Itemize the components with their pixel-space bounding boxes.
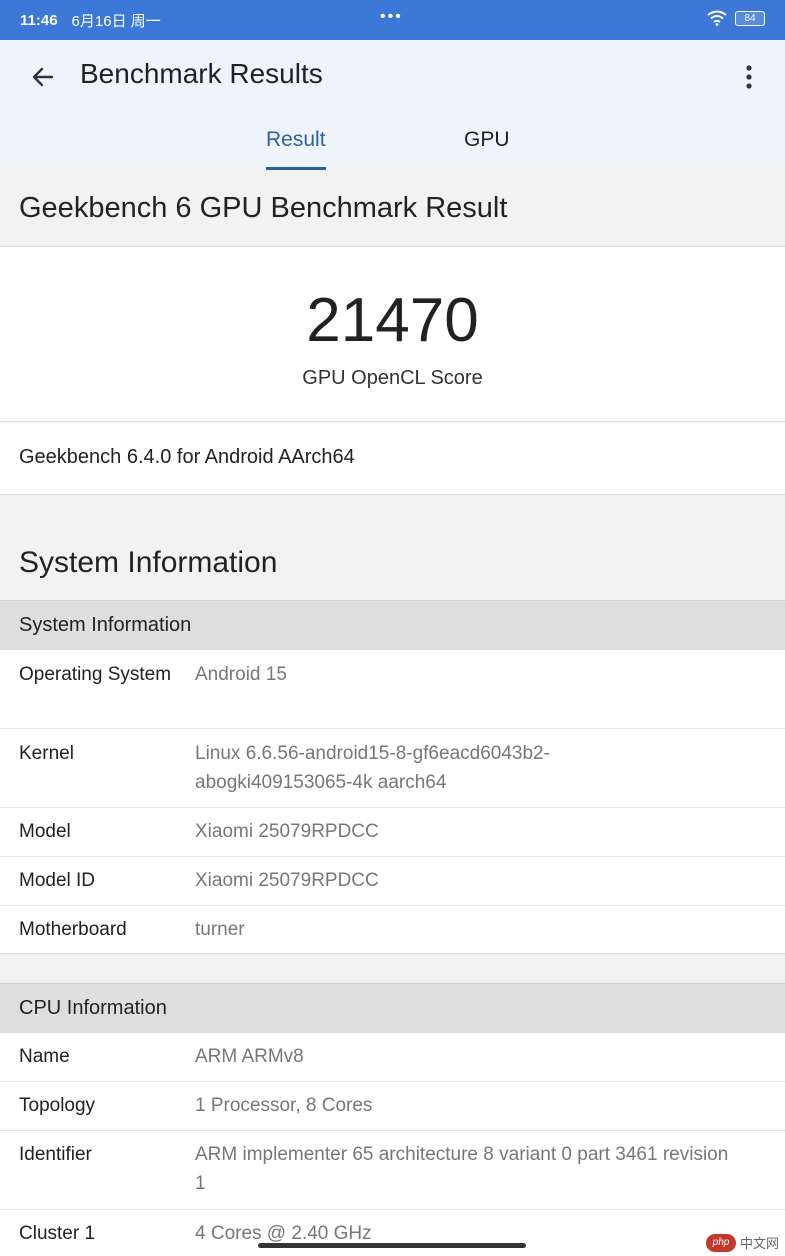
watermark-logo: php: [705, 1233, 736, 1252]
tab-result[interactable]: Result: [266, 128, 326, 170]
more-options-icon[interactable]: [737, 62, 761, 92]
row-label: Topology: [19, 1095, 96, 1116]
row-label: Identifier: [19, 1144, 92, 1165]
table-row: Identifier ARM implementer 65 architectu…: [0, 1131, 785, 1210]
tab-gpu[interactable]: GPU: [464, 128, 510, 170]
watermark-text: 中文网: [739, 1236, 779, 1251]
status-time: 11:46: [20, 11, 58, 29]
row-value: Xiaomi 25079RPDCC: [195, 870, 379, 891]
table-row: Topology 1 Processor, 8 Cores: [0, 1082, 785, 1131]
row-label: Operating System: [19, 664, 172, 685]
row-label: Model: [19, 821, 71, 842]
cpu-info-group-header: CPU Information: [0, 983, 785, 1033]
score-card: 21470 GPU OpenCL Score: [0, 247, 785, 422]
row-value: Linux 6.6.56-android15-8-gf6eacd6043b2-a…: [195, 743, 550, 793]
system-info-heading: System Information: [19, 545, 278, 579]
status-bar: 11:46 6月16日 周一 ••• 84: [0, 0, 785, 40]
row-value: ARM implementer 65 architecture 8 varian…: [195, 1144, 729, 1194]
status-dots: •••: [380, 8, 403, 25]
score-label: GPU OpenCL Score: [302, 367, 483, 389]
table-row: Model ID Xiaomi 25079RPDCC: [0, 857, 785, 906]
status-icons: 84: [707, 10, 765, 26]
watermark: php 中文网: [705, 1233, 779, 1252]
row-label: Motherboard: [19, 919, 127, 940]
home-indicator[interactable]: [258, 1243, 526, 1248]
row-value: Xiaomi 25079RPDCC: [195, 821, 379, 842]
version-text: Geekbench 6.4.0 for Android AArch64: [19, 446, 355, 468]
back-arrow-icon[interactable]: [28, 62, 58, 92]
row-label: Model ID: [19, 870, 96, 891]
row-value: ARM ARMv8: [195, 1046, 304, 1067]
row-label: Name: [19, 1046, 70, 1067]
table-row: Cluster 1 4 Cores @ 2.40 GHz: [0, 1210, 785, 1256]
tab-bar: Result GPU: [0, 128, 785, 170]
row-label: Cluster 1: [19, 1223, 96, 1244]
app-bar: Benchmark Results Result GPU: [0, 40, 785, 170]
table-row: Name ARM ARMv8: [0, 1033, 785, 1082]
version-card: Geekbench 6.4.0 for Android AArch64: [0, 423, 785, 495]
row-value: 1 Processor, 8 Cores: [195, 1095, 373, 1116]
wifi-icon: [707, 10, 727, 26]
result-heading: Geekbench 6 GPU Benchmark Result: [0, 170, 785, 247]
row-value: turner: [195, 919, 245, 940]
page-title: Benchmark Results: [80, 58, 323, 89]
row-label: Kernel: [19, 743, 74, 764]
system-info-group-header: System Information: [0, 600, 785, 650]
table-row: Motherboard turner: [0, 906, 785, 954]
row-value: Android 15: [195, 664, 287, 685]
table-row: Operating System Android 15: [0, 650, 785, 729]
battery-icon: 84: [735, 10, 765, 26]
status-date: 6月16日 周一: [71, 12, 161, 30]
table-row: Model Xiaomi 25079RPDCC: [0, 808, 785, 857]
table-row: Kernel Linux 6.6.56-android15-8-gf6eacd6…: [0, 729, 785, 808]
gpu-score: 21470: [306, 286, 479, 355]
